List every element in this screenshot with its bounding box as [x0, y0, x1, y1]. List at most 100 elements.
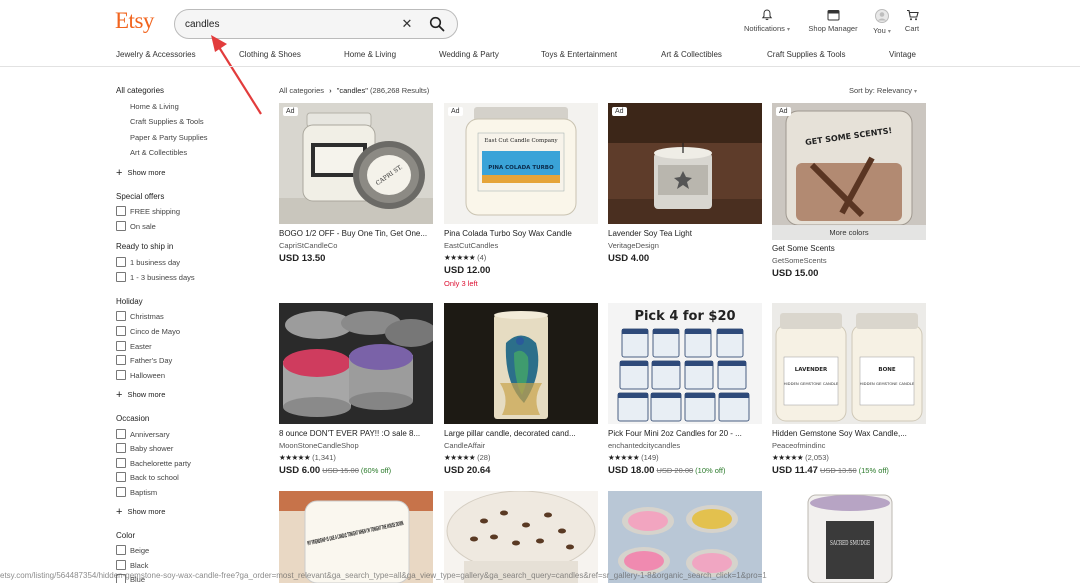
shop-name[interactable]: enchantedcitycandles [608, 441, 762, 450]
notifications-label: Notifications [744, 24, 785, 33]
notifications-button[interactable]: Notifications ▾ [738, 9, 796, 33]
nav-jewelry[interactable]: Jewelry & Accessories [116, 50, 196, 59]
shop-name[interactable]: EastCutCandles [444, 241, 598, 250]
discount-label: (60% off) [360, 466, 392, 475]
checkbox[interactable] [116, 545, 126, 555]
shop-name[interactable]: Peaceofmindinc [772, 441, 926, 450]
shop-name[interactable]: VeritageDesign [608, 241, 762, 250]
filter-1-3-days[interactable]: 1 - 3 business days [116, 272, 195, 282]
checkbox[interactable] [116, 458, 126, 468]
filter-bachelorette[interactable]: Bachelorette party [116, 458, 191, 468]
clear-search-icon[interactable]: ✕ [400, 17, 414, 31]
review-count: (28) [477, 453, 491, 462]
nav-vintage[interactable]: Vintage [889, 50, 916, 59]
checkbox[interactable] [116, 487, 126, 497]
filter-anniversary[interactable]: Anniversary [116, 429, 170, 439]
all-categories-heading[interactable]: All categories [116, 86, 246, 95]
special-offers-heading: Special offers [116, 192, 165, 201]
checkbox[interactable] [116, 311, 126, 321]
shop-name[interactable]: GetSomeScents [772, 256, 926, 265]
filter-beige[interactable]: Beige [116, 545, 149, 555]
checkbox[interactable] [116, 355, 126, 365]
listing-image[interactable]: GET SOME SCENTS! Ad More colors [772, 103, 926, 240]
breadcrumb: All categories › "candles" (286,268 Resu… [279, 86, 429, 95]
search-input[interactable] [185, 16, 385, 33]
listing-title[interactable]: Large pillar candle, decorated cand... [444, 429, 598, 438]
shop-name[interactable]: CandleAffair [444, 441, 598, 450]
listing-title[interactable]: Pick Four Mini 2oz Candles for 20 - ... [608, 429, 762, 438]
listing-card[interactable]: East Cut Candle Company PINA COLADA TURB… [444, 103, 598, 288]
checkbox[interactable] [116, 326, 126, 336]
listing-card[interactable]: Ad Lavender Soy Tea Light VeritageDesign… [608, 103, 762, 264]
checkbox[interactable] [116, 221, 126, 231]
shop-name[interactable]: MoonStoneCandleShop [279, 441, 433, 450]
filter-baby-shower[interactable]: Baby shower [116, 443, 173, 453]
checkbox[interactable] [116, 443, 126, 453]
filter-back-to-school[interactable]: Back to school [116, 472, 179, 482]
listing-image[interactable] [279, 303, 433, 424]
listing-image[interactable]: East Cut Candle Company PINA COLADA TURB… [444, 103, 598, 224]
you-button[interactable]: You ▾ [868, 9, 896, 35]
cart-button[interactable]: Cart [900, 9, 924, 33]
listing-price: USD 13.50 [279, 253, 433, 264]
show-more-holiday[interactable]: + Show more [116, 389, 165, 401]
nav-home[interactable]: Home & Living [344, 50, 396, 59]
listing-title[interactable]: Hidden Gemstone Soy Wax Candle,... [772, 429, 926, 438]
search-icon[interactable] [429, 16, 445, 32]
filter-fathers-day[interactable]: Father's Day [116, 355, 172, 365]
nav-craft[interactable]: Craft Supplies & Tools [767, 50, 846, 59]
subcat-home[interactable]: Home & Living [130, 102, 179, 111]
bone-label-text: BONE [878, 367, 895, 373]
filter-christmas[interactable]: Christmas [116, 311, 164, 321]
checkbox[interactable] [116, 429, 126, 439]
checkbox[interactable] [116, 370, 126, 380]
subcat-art[interactable]: Art & Collectibles [130, 148, 187, 157]
nav-art[interactable]: Art & Collectibles [661, 50, 722, 59]
show-more-occasion[interactable]: + Show more [116, 506, 165, 518]
filter-label: Baptism [130, 488, 158, 497]
checkbox[interactable] [116, 206, 126, 216]
listing-image[interactable]: Ad [608, 103, 762, 224]
listing-title[interactable]: Pina Colada Turbo Soy Wax Candle [444, 229, 598, 238]
review-count: (4) [477, 253, 487, 262]
filter-easter[interactable]: Easter [116, 341, 152, 351]
filter-halloween[interactable]: Halloween [116, 370, 165, 380]
listing-title[interactable]: BOGO 1/2 OFF - Buy One Tin, Get One... [279, 229, 433, 238]
subcat-craft[interactable]: Craft Supplies & Tools [130, 117, 204, 126]
etsy-logo[interactable]: Etsy [115, 8, 154, 34]
checkbox[interactable] [116, 341, 126, 351]
listing-card[interactable]: 8 ounce DON'T EVER PAY!! :O sale 8... Mo… [279, 303, 433, 476]
subcat-paper[interactable]: Paper & Party Supplies [130, 133, 208, 142]
nav-toys[interactable]: Toys & Entertainment [541, 50, 617, 59]
category-nav: Jewelry & Accessories Clothing & Shoes H… [0, 50, 1080, 62]
shop-name[interactable]: CapriStCandleCo [279, 241, 433, 250]
checkbox[interactable] [116, 272, 126, 282]
listing-title[interactable]: Lavender Soy Tea Light [608, 229, 762, 238]
sort-dropdown[interactable]: Sort by: Relevancy ▾ [849, 86, 917, 95]
shop-manager-button[interactable]: Shop Manager [803, 9, 863, 33]
listing-title[interactable]: 8 ounce DON'T EVER PAY!! :O sale 8... [279, 429, 433, 438]
listing-card[interactable]: LAVENDER BONE HIDDEN GEMSTONE CANDLE HID… [772, 303, 926, 476]
listing-image[interactable] [444, 303, 598, 424]
filter-cinco[interactable]: Cinco de Mayo [116, 326, 180, 336]
listing-image[interactable]: Pick 4 for $20 [608, 303, 762, 424]
more-colors-badge[interactable]: More colors [772, 225, 926, 240]
filter-on-sale[interactable]: On sale [116, 221, 156, 231]
listing-image[interactable]: LAVENDER BONE HIDDEN GEMSTONE CANDLE HID… [772, 303, 926, 424]
filter-1-day[interactable]: 1 business day [116, 257, 180, 267]
breadcrumb-root[interactable]: All categories [279, 86, 324, 95]
listing-card[interactable]: Pick 4 for $20 Pick Four Mini 2oz Candle… [608, 303, 762, 476]
nav-wedding[interactable]: Wedding & Party [439, 50, 499, 59]
checkbox[interactable] [116, 257, 126, 267]
show-more-categories[interactable]: + Show more [116, 167, 165, 179]
listing-card[interactable]: GET SOME SCENTS! Ad More colors Get Some… [772, 103, 926, 279]
nav-clothing[interactable]: Clothing & Shoes [239, 50, 301, 59]
listing-title[interactable]: Get Some Scents [772, 244, 926, 253]
filter-free-shipping[interactable]: FREE shipping [116, 206, 180, 216]
filter-baptism[interactable]: Baptism [116, 487, 157, 497]
price-value: USD 4.00 [608, 253, 650, 264]
listing-card[interactable]: CAPRI ST. Ad BOGO 1/2 OFF - Buy One Tin,… [279, 103, 433, 264]
checkbox[interactable] [116, 472, 126, 482]
listing-image[interactable]: CAPRI ST. Ad [279, 103, 433, 224]
listing-card[interactable]: Large pillar candle, decorated cand... C… [444, 303, 598, 476]
